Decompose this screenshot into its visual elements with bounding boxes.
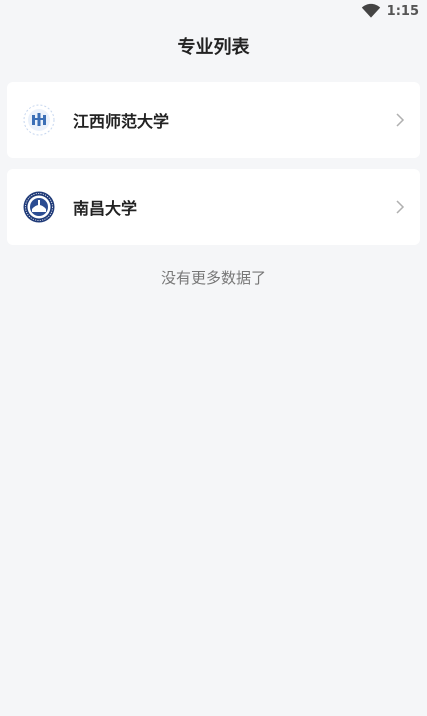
- page-title: 专业列表: [177, 37, 250, 58]
- chevron-right-icon: [396, 113, 405, 127]
- wifi-icon: [361, 3, 380, 18]
- ncu-logo-icon: [23, 191, 55, 223]
- university-name: 南昌大学: [73, 199, 138, 218]
- status-bar: 1:15: [0, 0, 427, 22]
- list-item-university[interactable]: 江西师范大学: [7, 82, 420, 158]
- status-time: 1:15: [386, 3, 419, 19]
- chevron-right-icon: [396, 200, 405, 214]
- university-name: 江西师范大学: [73, 112, 170, 131]
- no-more-data-text: 没有更多数据了: [160, 269, 266, 287]
- university-list: 江西师范大学 南昌大学: [0, 70, 427, 245]
- page-header: 专业列表: [0, 22, 427, 70]
- list-item-university[interactable]: 南昌大学: [7, 169, 420, 245]
- jxnu-logo-icon: [23, 104, 55, 136]
